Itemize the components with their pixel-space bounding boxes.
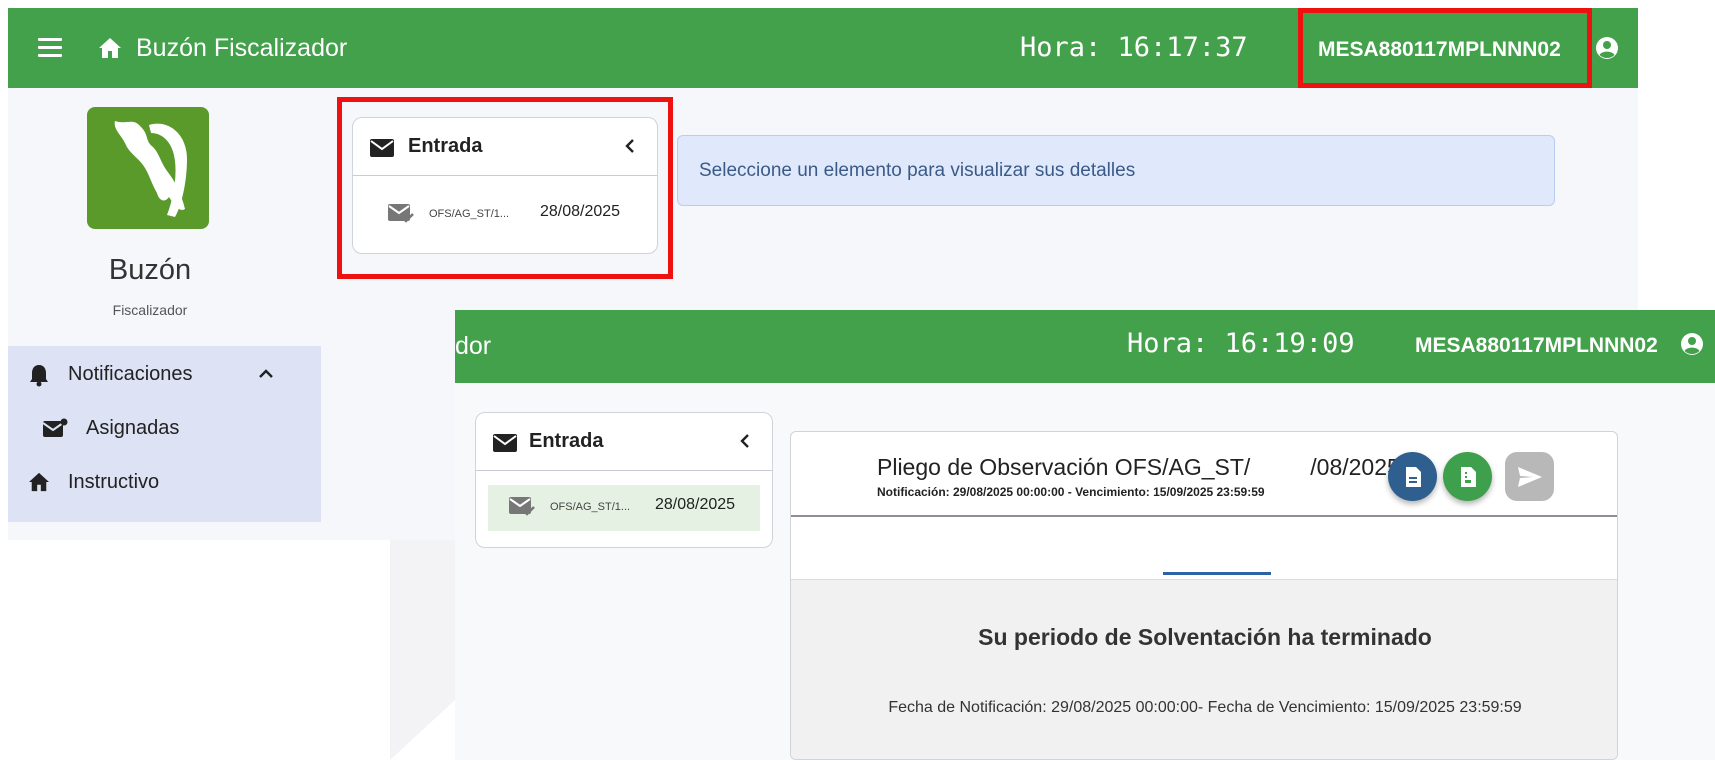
status-dates: Fecha de Notificación: 29/08/2025 00:00:… xyxy=(888,699,1522,716)
logo-name: Buzón xyxy=(108,254,192,286)
inbox-message-row-selected[interactable]: OFS/AG_ST/1... 28/08/2025 xyxy=(488,485,760,531)
info-message-box: Seleccione un elemento para visualizar s… xyxy=(677,135,1555,206)
message-date: 28/08/2025 xyxy=(655,496,736,513)
home-icon[interactable] xyxy=(98,37,122,59)
sidebar-item-label: Notificaciones xyxy=(68,363,193,385)
tab-indicator xyxy=(1163,572,1271,575)
mail-icon xyxy=(493,434,517,452)
detail-header: Pliego de Observación OFS/AG_ST/ /08/2025… xyxy=(791,432,1617,517)
inbox-card: Entrada OFS/AG_ST/1... 28/08/2025 xyxy=(475,412,773,548)
sidebar-item-asignadas[interactable]: Asignadas xyxy=(8,408,321,448)
user-id[interactable]: MESA880117MPLNNN02 xyxy=(1415,334,1658,358)
download-document-button[interactable] xyxy=(1443,452,1492,501)
sidebar: Notificaciones Asignadas Instructivo xyxy=(8,346,321,522)
chevron-up-icon[interactable] xyxy=(258,368,274,378)
background-shape xyxy=(390,540,455,760)
inbox-header: Entrada xyxy=(476,413,772,471)
app-logo xyxy=(87,107,209,229)
bell-icon xyxy=(30,365,48,387)
logo-subtitle: Fiscalizador xyxy=(112,302,188,318)
sidebar-item-label: Asignadas xyxy=(86,417,180,439)
sidebar-item-label: Instructivo xyxy=(68,471,160,493)
send-icon xyxy=(1517,466,1542,487)
document-title-prefix: Pliego de Observación OFS/AG_ST/ xyxy=(877,454,1251,480)
status-title: Su periodo de Solventación ha terminado xyxy=(978,624,1432,650)
chevron-left-icon[interactable] xyxy=(740,433,750,449)
foreground-screenshot: dor Hora: 16:19:09 MESA880117MPLNNN02 En… xyxy=(455,310,1715,760)
account-icon[interactable] xyxy=(1595,36,1619,60)
menu-icon[interactable] xyxy=(38,38,62,58)
sidebar-item-notificaciones[interactable]: Notificaciones xyxy=(8,354,321,394)
detail-panel: Pliego de Observación OFS/AG_ST/ /08/2025… xyxy=(790,431,1618,760)
inbox-title: Entrada xyxy=(529,430,604,452)
account-icon[interactable] xyxy=(1680,332,1704,356)
document-title-suffix: /08/2025 xyxy=(1310,454,1400,480)
message-ref: OFS/AG_ST/1... xyxy=(550,501,631,513)
send-button[interactable] xyxy=(1505,452,1554,501)
document-icon xyxy=(1460,466,1476,487)
app-title-fragment: dor xyxy=(455,332,492,360)
mail-read-icon xyxy=(509,497,535,516)
document-icon xyxy=(1405,466,1421,487)
top-app-bar: dor Hora: 16:19:09 MESA880117MPLNNN02 xyxy=(455,310,1715,383)
document-dates: Notificación: 29/08/2025 00:00:00 - Venc… xyxy=(877,485,1265,499)
info-message: Seleccione un elemento para visualizar s… xyxy=(699,160,1136,181)
inbox-highlight xyxy=(337,97,673,279)
sidebar-item-instructivo[interactable]: Instructivo xyxy=(8,462,321,502)
status-area: Su periodo de Solventación ha terminado … xyxy=(791,580,1617,759)
document-title: Pliego de Observación OFS/AG_ST/ /08/2025 xyxy=(877,454,1400,481)
clock: Hora: 16:19:09 xyxy=(1127,328,1355,359)
assigned-mail-icon xyxy=(42,418,68,437)
user-id-highlight xyxy=(1298,8,1592,88)
home-icon xyxy=(29,472,49,492)
view-document-button[interactable] xyxy=(1388,452,1437,501)
clock: Hora: 16:17:37 xyxy=(1020,32,1248,63)
app-title: Buzón Fiscalizador xyxy=(136,34,348,62)
